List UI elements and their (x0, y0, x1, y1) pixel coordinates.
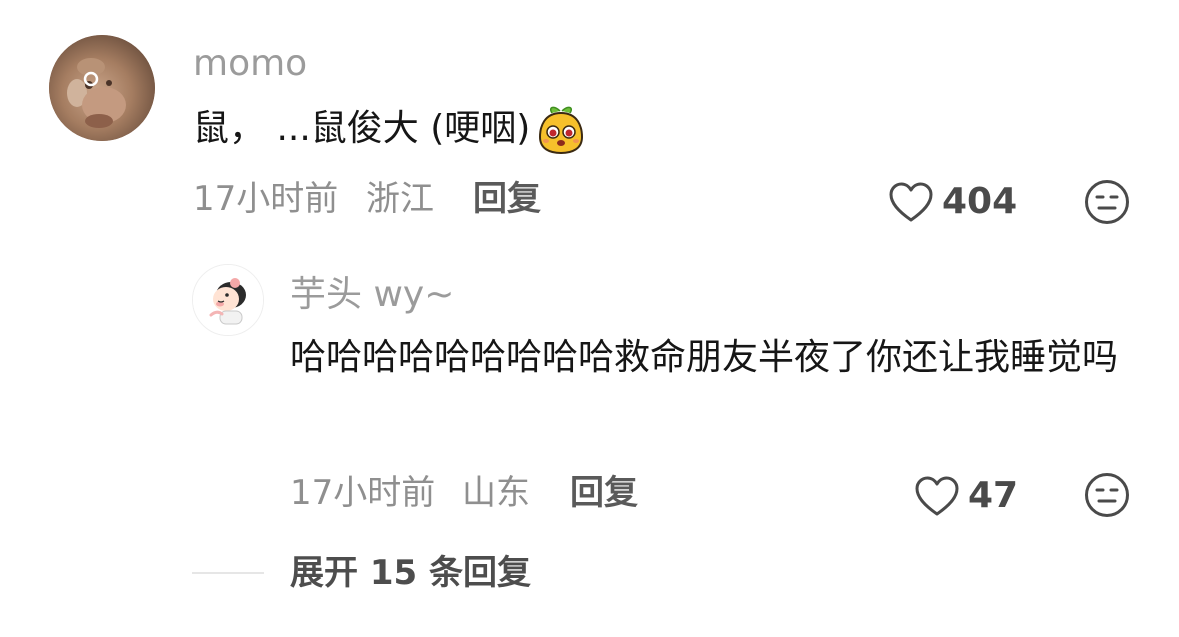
reply-dislike-button[interactable] (1084, 472, 1130, 518)
comment-dislike-button[interactable] (1084, 179, 1130, 225)
heart-icon (914, 475, 960, 517)
comment-username[interactable]: momo (193, 46, 307, 82)
mango-emoji-icon (536, 103, 586, 155)
comment-reply-button[interactable]: 回复 (473, 182, 541, 216)
reply-text: 哈哈哈哈哈哈哈哈哈救命朋友半夜了你还让我睡觉吗 (290, 337, 1119, 378)
comment-text-row: 鼠， ...鼠俊大 (哽咽) (193, 98, 586, 160)
reply-time: 17小时前 (290, 473, 436, 513)
avatar-momo[interactable] (49, 35, 155, 141)
comment-text: 鼠， ...鼠俊大 (哽咽) (193, 108, 531, 149)
reply-location: 山东 (462, 473, 530, 513)
reply-username[interactable]: 芋头 wy~ (290, 277, 454, 313)
comment-location: 浙江 (366, 179, 434, 219)
reply-like-count: 47 (968, 475, 1019, 516)
expand-divider (192, 572, 264, 574)
comment-like-count: 404 (942, 181, 1018, 222)
heart-icon (888, 181, 934, 223)
meh-face-icon (1084, 473, 1130, 522)
avatar-reply-user[interactable] (192, 264, 264, 336)
reply-like-button[interactable]: 47 (914, 472, 1034, 520)
reply-reply-button[interactable]: 回复 (570, 476, 638, 510)
comment-time: 17小时前 (193, 179, 339, 219)
meh-face-icon (1084, 180, 1130, 229)
expand-replies-button[interactable]: 展开 15 条回复 (290, 556, 531, 590)
comment-like-button[interactable]: 404 (888, 178, 1028, 226)
